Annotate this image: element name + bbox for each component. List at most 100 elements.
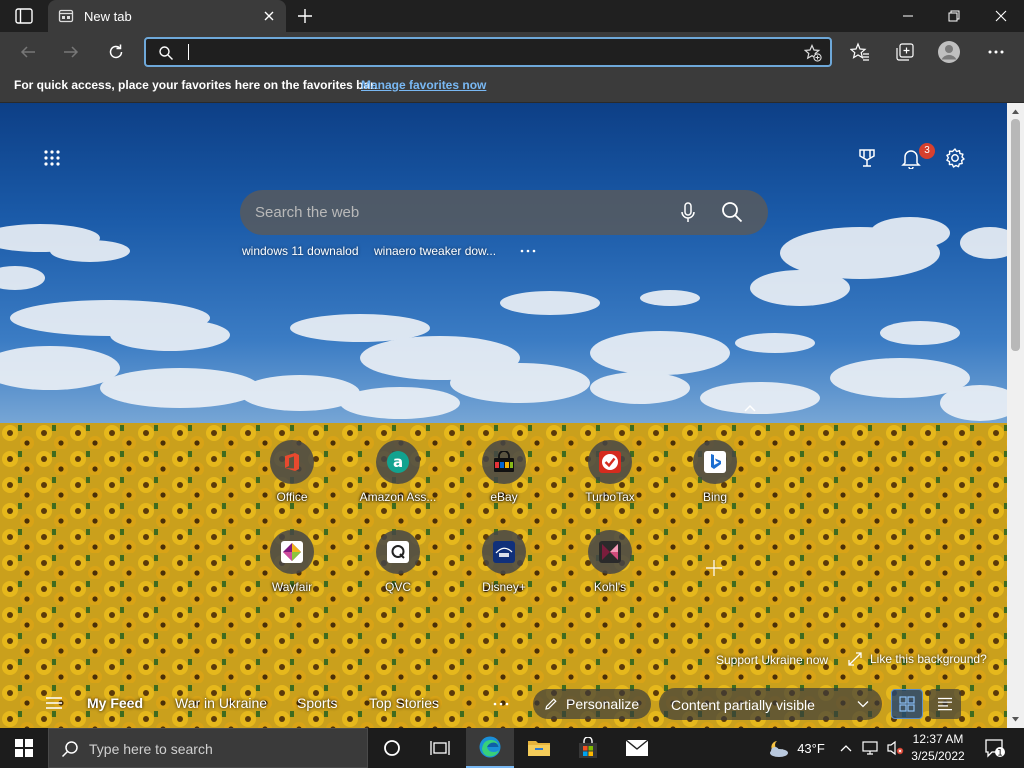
feed-menu-icon[interactable]: [45, 696, 63, 710]
edge-taskbar-button[interactable]: [466, 728, 514, 768]
quick-link-kohls[interactable]: Kohl's: [565, 530, 655, 600]
quick-link-amazon-assistant[interactable]: a Amazon Ass...: [353, 440, 443, 510]
like-background-label: Like this background?: [870, 652, 987, 666]
mail-icon: [625, 739, 649, 756]
volume-button[interactable]: [884, 728, 906, 768]
amazon-assistant-icon: a: [387, 451, 409, 473]
scroll-up-arrow-icon[interactable]: [1011, 107, 1020, 116]
file-explorer-icon: [528, 741, 550, 756]
quick-link-label: Kohl's: [593, 580, 627, 594]
quick-link-label: TurboTax: [585, 490, 635, 504]
feed-tab-my-feed[interactable]: My Feed: [87, 695, 143, 711]
quick-link-turbotax[interactable]: TurboTax: [565, 440, 655, 510]
like-background-button[interactable]: Like this background?: [848, 652, 987, 666]
manage-favorites-link[interactable]: Manage favorites now: [361, 78, 486, 92]
quick-link-circle: [693, 440, 737, 484]
list-layout-button[interactable]: [929, 689, 961, 719]
search-icon: [159, 46, 173, 60]
search-icon: [61, 741, 78, 758]
more-trending-icon[interactable]: [519, 246, 537, 256]
chevron-up-icon[interactable]: [743, 403, 757, 413]
close-tab-icon[interactable]: [262, 9, 276, 23]
show-hidden-icons-button[interactable]: [836, 728, 856, 768]
trending-search-item[interactable]: winaero tweaker dow...: [374, 244, 496, 258]
disney-plus-icon: [493, 541, 515, 563]
restore-button[interactable]: [931, 0, 977, 32]
task-view-icon: [430, 741, 450, 755]
collections-button[interactable]: [893, 40, 917, 64]
add-quick-link-icon[interactable]: [704, 558, 724, 578]
back-button[interactable]: [16, 40, 40, 64]
new-tab-page-icon: [58, 9, 74, 23]
page-scrollbar[interactable]: [1007, 103, 1024, 728]
action-center-button[interactable]: 1: [980, 728, 1010, 768]
quick-link-circle: [588, 440, 632, 484]
list-layout-icon: [938, 697, 952, 711]
quick-link-disney-plus[interactable]: Disney+: [459, 530, 549, 600]
support-ukraine-link[interactable]: Support Ukraine now: [716, 653, 828, 667]
file-explorer-button[interactable]: [515, 728, 563, 768]
trending-search-item[interactable]: windows 11 downalod: [242, 244, 359, 258]
feed-tab-sports[interactable]: Sports: [297, 695, 337, 711]
address-bar[interactable]: [144, 37, 832, 67]
weather-temperature: 43°F: [797, 740, 825, 756]
search-submit-icon[interactable]: [721, 201, 743, 223]
network-button[interactable]: [860, 728, 882, 768]
quick-link-label: QVC: [384, 580, 411, 594]
feed-tab-war-in-ukraine[interactable]: War in Ukraine: [175, 695, 267, 711]
quick-link-ebay[interactable]: eBay: [459, 440, 549, 510]
scrollbar-thumb[interactable]: [1011, 119, 1020, 351]
scroll-down-arrow-icon[interactable]: [1011, 715, 1020, 724]
tab-actions-icon[interactable]: [15, 8, 33, 24]
volume-muted-icon: [887, 740, 904, 756]
personalize-button[interactable]: Personalize: [533, 689, 651, 719]
taskbar-clock[interactable]: 12:37 AM 3/25/2022: [906, 731, 970, 765]
app-launcher-icon[interactable]: [43, 149, 61, 167]
web-search-input[interactable]: [255, 200, 655, 224]
new-tab-button[interactable]: [295, 6, 315, 26]
grid-layout-button[interactable]: [891, 689, 923, 719]
profile-button[interactable]: [937, 40, 961, 64]
quick-link-bing[interactable]: Bing: [670, 440, 760, 510]
quick-link-qvc[interactable]: QVC: [353, 530, 443, 600]
tab-title: New tab: [84, 9, 132, 24]
page-settings-gear-icon[interactable]: [944, 147, 966, 169]
quick-link-office[interactable]: Office: [247, 440, 337, 510]
mail-button[interactable]: [613, 728, 661, 768]
refresh-button[interactable]: [104, 40, 128, 64]
content-visibility-dropdown[interactable]: Content partially visible: [659, 688, 882, 720]
minimize-icon: [903, 15, 913, 17]
cortana-button[interactable]: [368, 728, 416, 768]
start-button[interactable]: [0, 728, 48, 768]
taskbar-search-box[interactable]: Type here to search: [48, 728, 368, 768]
favorites-button[interactable]: [848, 40, 872, 64]
quick-link-wayfair[interactable]: Wayfair: [247, 530, 337, 600]
feed-nav-bar: My Feed War in Ukraine Sports Top Storie…: [0, 680, 1007, 728]
add-favorite-icon[interactable]: [804, 44, 822, 62]
forward-button[interactable]: [59, 40, 83, 64]
minimize-button[interactable]: [885, 0, 931, 32]
network-icon: [862, 741, 878, 755]
task-view-button[interactable]: [416, 728, 464, 768]
close-window-button[interactable]: [978, 0, 1024, 32]
address-input[interactable]: [188, 41, 788, 63]
microphone-icon[interactable]: [679, 202, 697, 224]
microsoft-store-button[interactable]: [564, 728, 612, 768]
web-search-box[interactable]: [240, 190, 768, 235]
more-feed-tabs-icon[interactable]: [493, 701, 509, 707]
windows-taskbar: Type here to search 43°F 12:37 AM 3/25/2…: [0, 728, 1024, 768]
tab-new-tab[interactable]: New tab: [48, 0, 286, 32]
windows-logo-icon: [15, 739, 33, 757]
pencil-icon: [545, 698, 557, 710]
forward-arrow-icon: [64, 46, 79, 58]
rewards-icon[interactable]: [856, 147, 878, 169]
quick-link-label: Amazon Ass...: [359, 490, 437, 504]
quick-link-label: Wayfair: [271, 580, 313, 594]
refresh-icon: [109, 44, 123, 59]
partly-cloudy-night-icon: [770, 741, 789, 757]
settings-and-more-button[interactable]: [984, 40, 1008, 64]
quick-link-circle: [588, 530, 632, 574]
weather-widget[interactable]: 43°F: [760, 728, 830, 768]
close-icon: [995, 10, 1007, 22]
feed-tab-top-stories[interactable]: Top Stories: [369, 695, 439, 711]
